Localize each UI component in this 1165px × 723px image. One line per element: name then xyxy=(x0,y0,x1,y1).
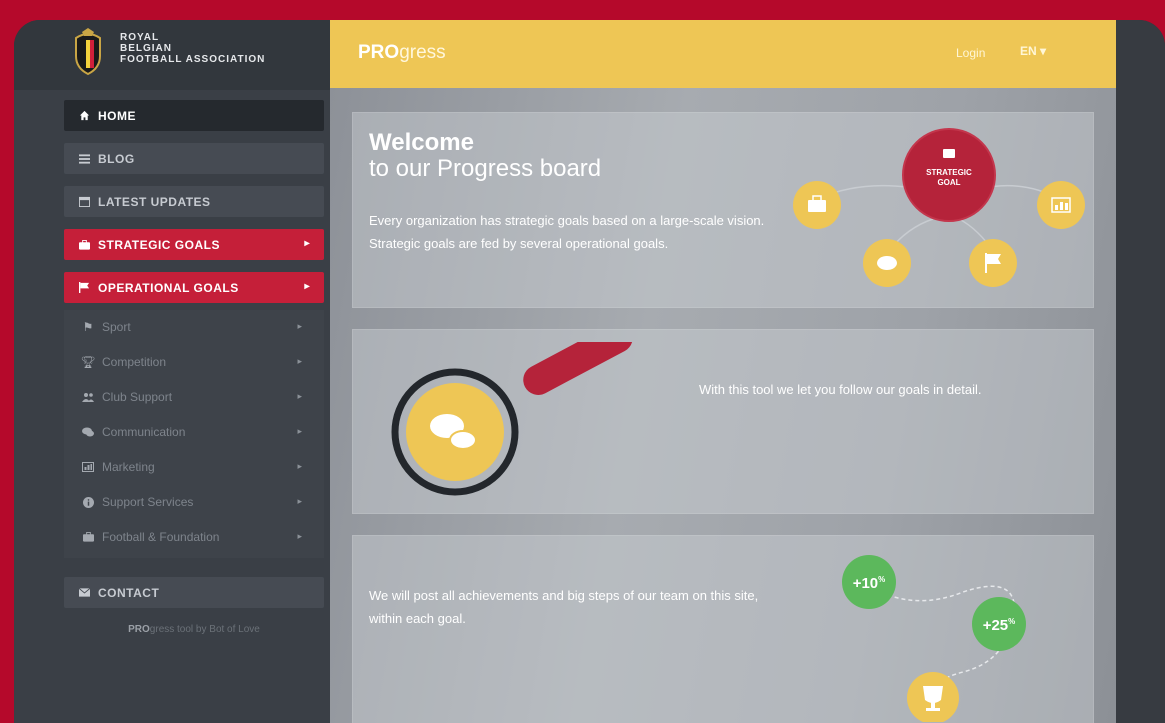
badge-2-unit: % xyxy=(1008,617,1015,626)
flag-icon: ⚑ xyxy=(82,320,94,334)
comments-icon xyxy=(82,426,94,438)
nav-home[interactable]: HOME xyxy=(64,100,324,131)
trophy-icon xyxy=(907,672,959,722)
login-link[interactable]: Login xyxy=(956,46,985,60)
subnav-item-label: Football & Foundation xyxy=(102,530,220,544)
chevron-right-icon: ▸ xyxy=(297,531,302,541)
badge-1-value: +10 xyxy=(853,575,878,592)
main-content: Welcome to our Progress board Every orga… xyxy=(330,88,1116,723)
chevron-right-icon: ▸ xyxy=(297,426,302,436)
subnav-item-label: Communication xyxy=(102,425,186,439)
subnav-item-club-support[interactable]: Club Support ▸ xyxy=(64,380,324,414)
subnav-item-label: Support Services xyxy=(102,495,194,509)
logo-bold: PRO xyxy=(358,42,400,63)
subnav-item-label: Sport xyxy=(102,320,131,334)
strategic-goal-node: STRATEGIC GOAL xyxy=(902,128,996,222)
strategic-goal-diagram: STRATEGIC GOAL xyxy=(793,128,1085,287)
subnav-item-label: Competition xyxy=(102,355,167,369)
comments-icon xyxy=(863,239,911,287)
achievements-text: We will post all achievements and big st… xyxy=(369,588,759,626)
welcome-text: Every organization has strategic goals b… xyxy=(369,213,765,251)
crest-logo xyxy=(75,28,101,76)
home-icon xyxy=(78,110,90,122)
magnifier-handle xyxy=(523,342,633,395)
briefcase-icon xyxy=(78,239,90,251)
subnav-item-support-services[interactable]: Support Services ▸ xyxy=(64,485,324,519)
nav-operational-goals-label: OPERATIONAL GOALS xyxy=(98,280,239,295)
tool-text: With this tool we let you follow our goa… xyxy=(699,382,982,397)
badge-plus-25: +25% xyxy=(972,597,1026,651)
welcome-card: Welcome to our Progress board Every orga… xyxy=(352,112,1094,308)
subnav-item-sport[interactable]: ⚑ Sport ▸ xyxy=(64,310,324,344)
footer-brand: PRO xyxy=(128,624,150,635)
achievements-illustration: +10% +25% xyxy=(842,555,1026,722)
top-bar: PROgress Login EN ▾ xyxy=(330,20,1116,88)
trophy-icon: 🏆︎ xyxy=(80,355,96,369)
sidebar: ROYAL BELGIAN FOOTBALL ASSOCIATION HOME … xyxy=(14,20,330,723)
magnifier-illustration xyxy=(391,342,633,496)
chevron-right-icon: ▸ xyxy=(297,321,302,331)
chart-icon xyxy=(82,461,94,473)
nav-home-label: HOME xyxy=(98,108,136,123)
badge-plus-10: +10% xyxy=(842,555,896,609)
nav-contact[interactable]: CONTACT xyxy=(64,577,324,608)
chart-icon xyxy=(1037,181,1085,229)
chevron-right-icon: ▸ xyxy=(304,281,310,292)
nav-contact-label: CONTACT xyxy=(98,585,160,600)
nav-blog[interactable]: BLOG xyxy=(64,143,324,174)
users-icon xyxy=(82,391,94,403)
chevron-right-icon: ▸ xyxy=(297,461,302,471)
info-icon xyxy=(82,496,94,508)
nav-strategic-goals-label: STRATEGIC GOALS xyxy=(98,237,220,252)
chevron-right-icon: ▸ xyxy=(297,356,302,366)
briefcase-icon xyxy=(793,181,841,229)
badge-1-unit: % xyxy=(878,575,885,584)
subnav-item-label: Marketing xyxy=(102,460,155,474)
brand-line-1: ROYAL xyxy=(120,32,160,43)
welcome-title: Welcome xyxy=(369,129,474,156)
welcome-subtitle: to our Progress board xyxy=(369,155,602,182)
brand-line-2: BELGIAN xyxy=(120,43,172,54)
subnav-item-football-foundation[interactable]: Football & Foundation ▸ xyxy=(64,520,324,554)
app-frame: ROYAL BELGIAN FOOTBALL ASSOCIATION HOME … xyxy=(14,20,1165,723)
diagram-center-line-2: GOAL xyxy=(937,178,960,187)
logo-rest: gress xyxy=(399,42,446,63)
flag-icon xyxy=(78,282,90,294)
subnav-item-competition[interactable]: 🏆︎ Competition ▸ xyxy=(64,345,324,379)
calendar-icon xyxy=(78,196,90,208)
subnav-item-label: Club Support xyxy=(102,390,173,404)
language-selector[interactable]: EN ▾ xyxy=(1020,44,1046,58)
operational-goals-submenu: ⚑ Sport ▸ 🏆︎ Competition ▸ Club Support … xyxy=(64,310,324,558)
envelope-icon xyxy=(78,587,90,599)
nav-latest-updates[interactable]: LATEST UPDATES xyxy=(64,186,324,217)
brand-name: ROYAL BELGIAN FOOTBALL ASSOCIATION xyxy=(120,32,265,65)
sidebar-footer: PROgress tool by Bot of Love xyxy=(64,624,324,635)
badge-2-value: +25 xyxy=(983,617,1008,634)
subnav-item-communication[interactable]: Communication ▸ xyxy=(64,415,324,449)
nav-operational-goals[interactable]: OPERATIONAL GOALS ▸ xyxy=(64,272,324,303)
nav-blog-label: BLOG xyxy=(98,151,135,166)
tool-card: With this tool we let you follow our goa… xyxy=(352,329,1094,514)
chevron-right-icon: ▸ xyxy=(297,391,302,401)
brand-line-3: FOOTBALL ASSOCIATION xyxy=(120,54,266,65)
list-icon xyxy=(78,153,90,165)
right-panel xyxy=(1116,20,1165,723)
app-logo[interactable]: PROgress xyxy=(358,42,446,64)
nav-strategic-goals[interactable]: STRATEGIC GOALS ▸ xyxy=(64,229,324,260)
chevron-right-icon: ▸ xyxy=(304,238,310,249)
brand-header[interactable]: ROYAL BELGIAN FOOTBALL ASSOCIATION xyxy=(14,20,330,90)
flag-icon xyxy=(969,239,1017,287)
footer-text: gress tool by Bot of Love xyxy=(149,624,260,635)
diagram-center-line-1: STRATEGIC xyxy=(926,168,972,177)
nav-latest-updates-label: LATEST UPDATES xyxy=(98,194,211,209)
achievements-card: We will post all achievements and big st… xyxy=(352,535,1094,723)
chevron-right-icon: ▸ xyxy=(297,496,302,506)
subnav-item-marketing[interactable]: Marketing ▸ xyxy=(64,450,324,484)
briefcase-icon xyxy=(82,531,94,543)
